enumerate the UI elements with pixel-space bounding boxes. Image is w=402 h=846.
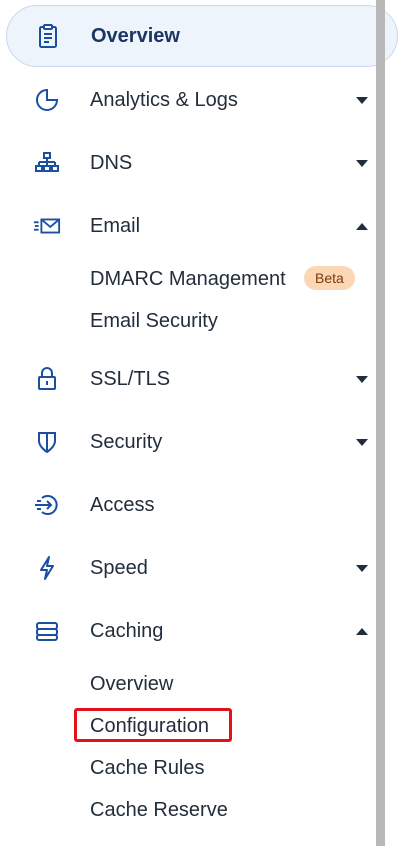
chevron-down-icon[interactable] <box>356 96 368 104</box>
nav-item-caching[interactable]: Caching <box>0 599 376 663</box>
chevron-down-icon[interactable] <box>356 564 368 572</box>
nav-item-label: SSL/TLS <box>90 367 171 390</box>
chevron-down-icon[interactable] <box>356 159 368 167</box>
sub-item-dmarc-management[interactable]: DMARC Management <box>90 263 286 295</box>
chevron-up-icon[interactable] <box>356 222 368 230</box>
sub-item-cache-rules[interactable]: Cache Rules <box>90 752 205 784</box>
chevron-up-icon[interactable] <box>356 627 368 635</box>
sub-item-email-security[interactable]: Email Security <box>90 305 218 337</box>
shield-icon <box>33 428 61 456</box>
nav-item-access[interactable]: Access <box>0 473 376 537</box>
pie-chart-icon <box>33 86 61 114</box>
lock-icon <box>33 365 61 393</box>
nav-item-label: DNS <box>90 151 133 174</box>
beta-badge: Beta <box>304 266 355 290</box>
scrollbar[interactable] <box>376 0 385 846</box>
nav-item-ssl-tls[interactable]: SSL/TLS <box>0 347 376 411</box>
nav-item-overview[interactable]: Overview <box>6 5 398 67</box>
nav-item-security[interactable]: Security <box>0 410 376 474</box>
nav-item-label: Caching <box>90 619 164 642</box>
nav-item-label: Security <box>90 430 163 453</box>
nav-item-label: Analytics & Logs <box>90 88 238 111</box>
sub-item-caching-overview[interactable]: Overview <box>90 668 173 700</box>
network-tree-icon <box>33 149 61 177</box>
server-stack-icon <box>33 617 61 645</box>
chevron-down-icon[interactable] <box>356 375 368 383</box>
nav-item-dns[interactable]: DNS <box>0 131 376 195</box>
nav-item-analytics[interactable]: Analytics & Logs <box>0 68 376 132</box>
access-icon <box>33 491 61 519</box>
nav-item-label: Access <box>90 493 155 516</box>
nav-item-label: Overview <box>91 24 180 47</box>
sidebar-nav: Overview Analytics & Logs DNS Email DMAR… <box>0 0 398 846</box>
nav-item-label: Email <box>90 214 141 237</box>
lightning-icon <box>33 554 61 582</box>
sub-item-cache-reserve[interactable]: Cache Reserve <box>90 794 228 826</box>
clipboard-icon <box>34 22 62 50</box>
chevron-down-icon[interactable] <box>356 438 368 446</box>
email-icon <box>33 212 61 240</box>
nav-item-speed[interactable]: Speed <box>0 536 376 600</box>
sub-item-configuration[interactable]: Configuration <box>90 710 209 742</box>
nav-item-email[interactable]: Email <box>0 194 376 258</box>
nav-item-label: Speed <box>90 556 148 579</box>
